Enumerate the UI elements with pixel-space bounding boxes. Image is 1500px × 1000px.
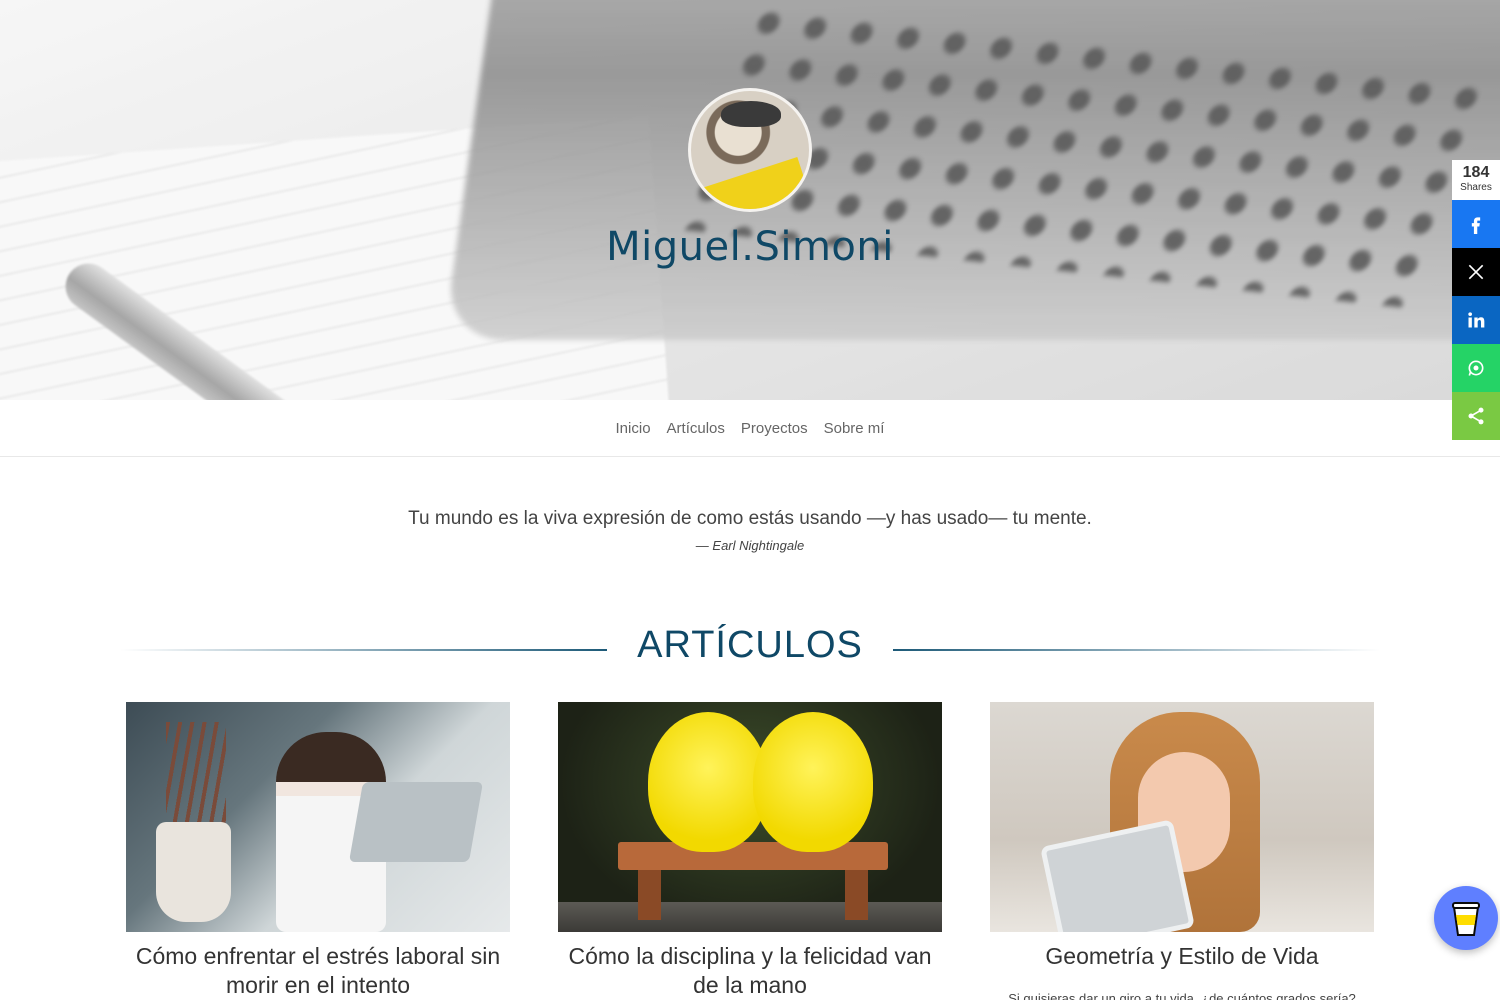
share-facebook-button[interactable]	[1452, 200, 1500, 248]
article-title[interactable]: Geometría y Estilo de Vida	[990, 942, 1374, 971]
article-card[interactable]: Cómo enfrentar el estrés laboral sin mor…	[126, 702, 510, 1000]
avatar[interactable]	[688, 88, 812, 212]
whatsapp-icon	[1468, 360, 1484, 376]
share-icon	[1468, 407, 1484, 425]
nav-item-inicio[interactable]: Inicio	[616, 420, 651, 437]
share-linkedin-button[interactable]	[1452, 296, 1500, 344]
share-x-button[interactable]	[1452, 248, 1500, 296]
nav-item-articulos[interactable]: Artículos	[667, 420, 725, 437]
articles-section-heading: ARTÍCULOS	[120, 622, 1380, 674]
article-image[interactable]	[990, 702, 1374, 932]
article-image[interactable]	[126, 702, 510, 932]
quote-author: — Earl Nightingale	[695, 538, 805, 553]
article-image[interactable]	[558, 702, 942, 932]
facebook-icon	[1471, 217, 1481, 234]
nav-item-sobre-mi[interactable]: Sobre mí	[824, 420, 885, 437]
hero-banner: Miguel.Simoni	[0, 0, 1500, 400]
buy-coffee-button[interactable]	[1434, 886, 1498, 950]
share-counter: 184 Shares	[1452, 160, 1500, 200]
article-card[interactable]: Cómo la disciplina y la felicidad van de…	[558, 702, 942, 1000]
divider-line	[893, 649, 1380, 651]
site-title[interactable]: Miguel.Simoni	[0, 224, 1500, 270]
share-count: 184	[1462, 164, 1490, 181]
coffee-cup-icon	[1452, 902, 1480, 936]
x-icon	[1468, 264, 1484, 280]
quote-text: Tu mundo es la viva expresión de como es…	[408, 508, 1092, 529]
main-nav: Inicio Artículos Proyectos Sobre mí	[0, 400, 1500, 457]
section-title: ARTÍCULOS	[637, 624, 863, 666]
nav-item-proyectos[interactable]: Proyectos	[741, 420, 808, 437]
divider-line	[120, 649, 607, 651]
linkedin-icon	[1468, 312, 1485, 328]
share-sidebar: 184 Shares	[1452, 160, 1500, 440]
share-whatsapp-button[interactable]	[1452, 344, 1500, 392]
share-more-button[interactable]	[1452, 392, 1500, 440]
share-count-label: Shares	[1460, 182, 1492, 193]
article-title[interactable]: Cómo enfrentar el estrés laboral sin mor…	[126, 942, 510, 1000]
quote-block: Tu mundo es la viva expresión de como es…	[0, 508, 1500, 553]
article-title[interactable]: Cómo la disciplina y la felicidad van de…	[558, 942, 942, 1000]
article-excerpt: Si quisieras dar un giro a tu vida, ¿de …	[1008, 991, 1356, 1000]
article-card[interactable]: Geometría y Estilo de Vida Si quisieras …	[990, 702, 1374, 1000]
